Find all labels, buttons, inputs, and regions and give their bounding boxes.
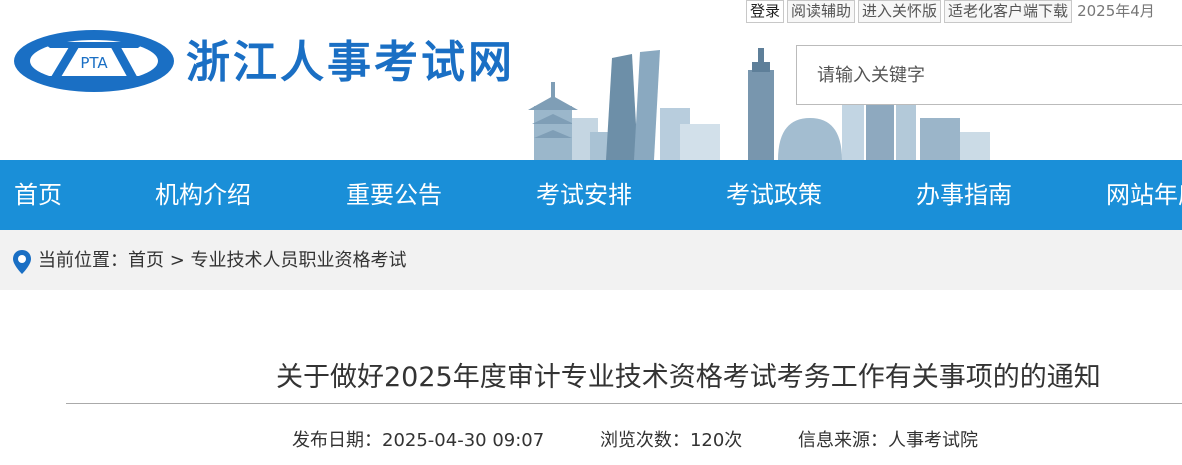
main-nav: 首页 机构介绍 重要公告 考试安排 考试政策 办事指南 网站年度 <box>0 160 1182 230</box>
publish-date: 发布日期：2025-04-30 09:07 <box>292 430 544 451</box>
utility-bar: 登录 阅读辅助 进入关怀版 适老化客户端下载 2025年4月 <box>746 0 1155 24</box>
nav-item-about[interactable]: 机构介绍 <box>155 160 251 230</box>
publish-date-label: 发布日期： <box>292 430 382 451</box>
article-meta: 发布日期：2025-04-30 09:07 浏览次数：120次 信息来源：人事考… <box>292 428 978 454</box>
info-source-value: 人事考试院 <box>888 430 979 451</box>
breadcrumb: 当前位置：首页 > 专业技术人员职业资格考试 <box>0 230 1182 290</box>
breadcrumb-text: 当前位置：首页 > 专业技术人员职业资格考试 <box>38 249 407 273</box>
site-title[interactable]: 浙江人事考试网 <box>186 34 515 92</box>
info-source-label: 信息来源： <box>798 430 889 451</box>
nav-item-exam-schedule[interactable]: 考试安排 <box>536 160 632 230</box>
reading-aid-button[interactable]: 阅读辅助 <box>787 0 856 23</box>
view-count: 浏览次数：120次 <box>600 430 742 451</box>
breadcrumb-home-link[interactable]: 首页 <box>128 250 164 271</box>
nav-item-exam-policy[interactable]: 考试政策 <box>726 160 822 230</box>
login-button[interactable]: 登录 <box>746 0 785 23</box>
publish-date-value: 2025-04-30 09:07 <box>382 430 545 451</box>
article-title: 关于做好2025年度审计专业技术资格考试考务工作有关事项的的通知 <box>276 362 1101 393</box>
breadcrumb-prefix: 当前位置： <box>38 250 128 271</box>
breadcrumb-separator: > <box>164 250 191 271</box>
breadcrumb-current-link[interactable]: 专业技术人员职业资格考试 <box>191 250 407 271</box>
title-divider <box>66 403 1182 404</box>
info-source: 信息来源：人事考试院 <box>798 430 978 451</box>
nav-item-guide[interactable]: 办事指南 <box>916 160 1012 230</box>
nav-item-annual-report[interactable]: 网站年度 <box>1106 160 1182 230</box>
nav-item-announcements[interactable]: 重要公告 <box>346 160 442 230</box>
logo-text: PTA <box>80 54 108 72</box>
date-text: 2025年4月 <box>1077 2 1155 20</box>
elderly-app-download-button[interactable]: 适老化客户端下载 <box>944 0 1073 23</box>
site-header: PTA 浙江人事考试网 <box>0 0 1182 160</box>
nav-item-home[interactable]: 首页 <box>14 160 62 230</box>
view-count-label: 浏览次数： <box>599 430 690 451</box>
view-count-value: 120次 <box>689 430 743 451</box>
search-input[interactable] <box>796 45 1182 105</box>
location-pin-icon <box>13 250 31 274</box>
pta-logo[interactable]: PTA <box>12 28 176 94</box>
care-mode-button[interactable]: 进入关怀版 <box>858 0 942 23</box>
